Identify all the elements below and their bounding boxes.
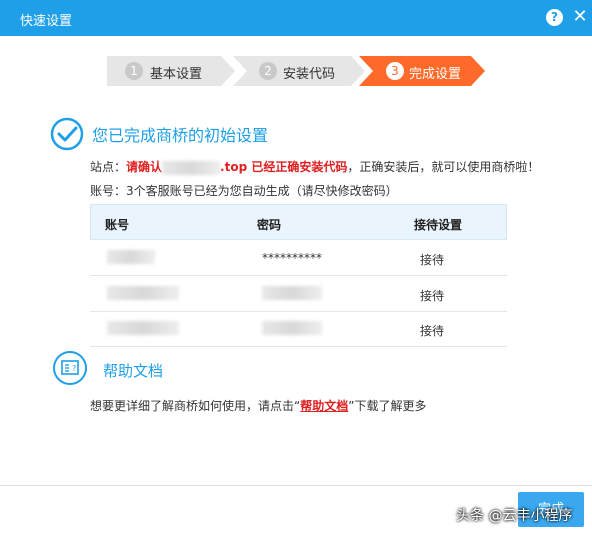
redacted-password [262, 321, 322, 335]
step-number: 2 [259, 62, 277, 80]
help-title: 帮助文档 [103, 362, 164, 380]
help-text: 想要更详细了解商桥如何使用，请点击“帮助文档”下载了解更多 [90, 397, 426, 414]
redacted-password [262, 286, 322, 300]
watermark: 头条 @云丰小程序 [456, 508, 573, 524]
accounts-table-header: 账号 密码 接待设置 [90, 204, 507, 240]
site-rest-text: ，正确安装后，就可以使用商桥啦！ [347, 160, 540, 174]
table-row: 接待 [90, 311, 507, 347]
header-password: 密码 [257, 218, 282, 232]
close-icon[interactable]: ✕ [571, 7, 589, 27]
password-cell: ********** [262, 251, 322, 265]
help-icon[interactable]: ? [546, 9, 563, 26]
table-row: 接待 [90, 276, 507, 312]
step-label: 完成设置 [409, 67, 462, 82]
step-basic-settings: 1 基本设置 [107, 56, 237, 86]
header-account: 账号 [105, 218, 130, 232]
help-text-after: ”下载了解更多 [348, 399, 427, 413]
step-finish-settings: 3 完成设置 [359, 56, 487, 86]
redacted-account [107, 321, 179, 335]
redacted-domain [162, 160, 221, 175]
reception-link[interactable]: 接待 [420, 322, 444, 339]
step-label: 安装代码 [283, 67, 336, 82]
site-installed-text: 已经正确安装代码 [247, 160, 348, 174]
redacted-account [107, 286, 179, 300]
site-domain-suffix: .top [220, 160, 248, 174]
step-label: 基本设置 [150, 67, 203, 82]
step-number: 1 [125, 62, 143, 80]
title-bar: 快速设置 ? ✕ [0, 0, 592, 36]
help-text-before: 想要更详细了解商桥如何使用，请点击“ [90, 399, 301, 413]
step-install-code: 2 安装代码 [233, 56, 367, 86]
window-title: 快速设置 [20, 14, 73, 29]
header-reception: 接待设置 [414, 218, 463, 232]
step-number: 3 [386, 62, 404, 80]
help-document-icon: ? [53, 351, 87, 385]
completion-title: 您已完成商桥的初始设置 [92, 126, 269, 145]
site-status-line: 站点：请确认 .top 已经正确安装代码，正确安装后，就可以使用商桥啦！ [90, 158, 539, 175]
table-row: ********** 接待 [90, 240, 507, 276]
reception-link[interactable]: 接待 [420, 287, 444, 304]
check-circle-icon [50, 117, 84, 151]
site-prefix: 站点： [90, 160, 127, 174]
help-document-link[interactable]: 帮助文档 [300, 399, 348, 413]
redacted-account [107, 250, 155, 264]
reception-link[interactable]: 接待 [420, 251, 444, 268]
step-progress: 1 基本设置 2 安装代码 3 完成设置 [107, 56, 487, 86]
account-note: 账号：3个客服账号已经为您自动生成（请尽快修改密码） [90, 184, 398, 198]
svg-text:?: ? [72, 364, 76, 373]
site-confirm-text: 请确认 [126, 160, 163, 174]
